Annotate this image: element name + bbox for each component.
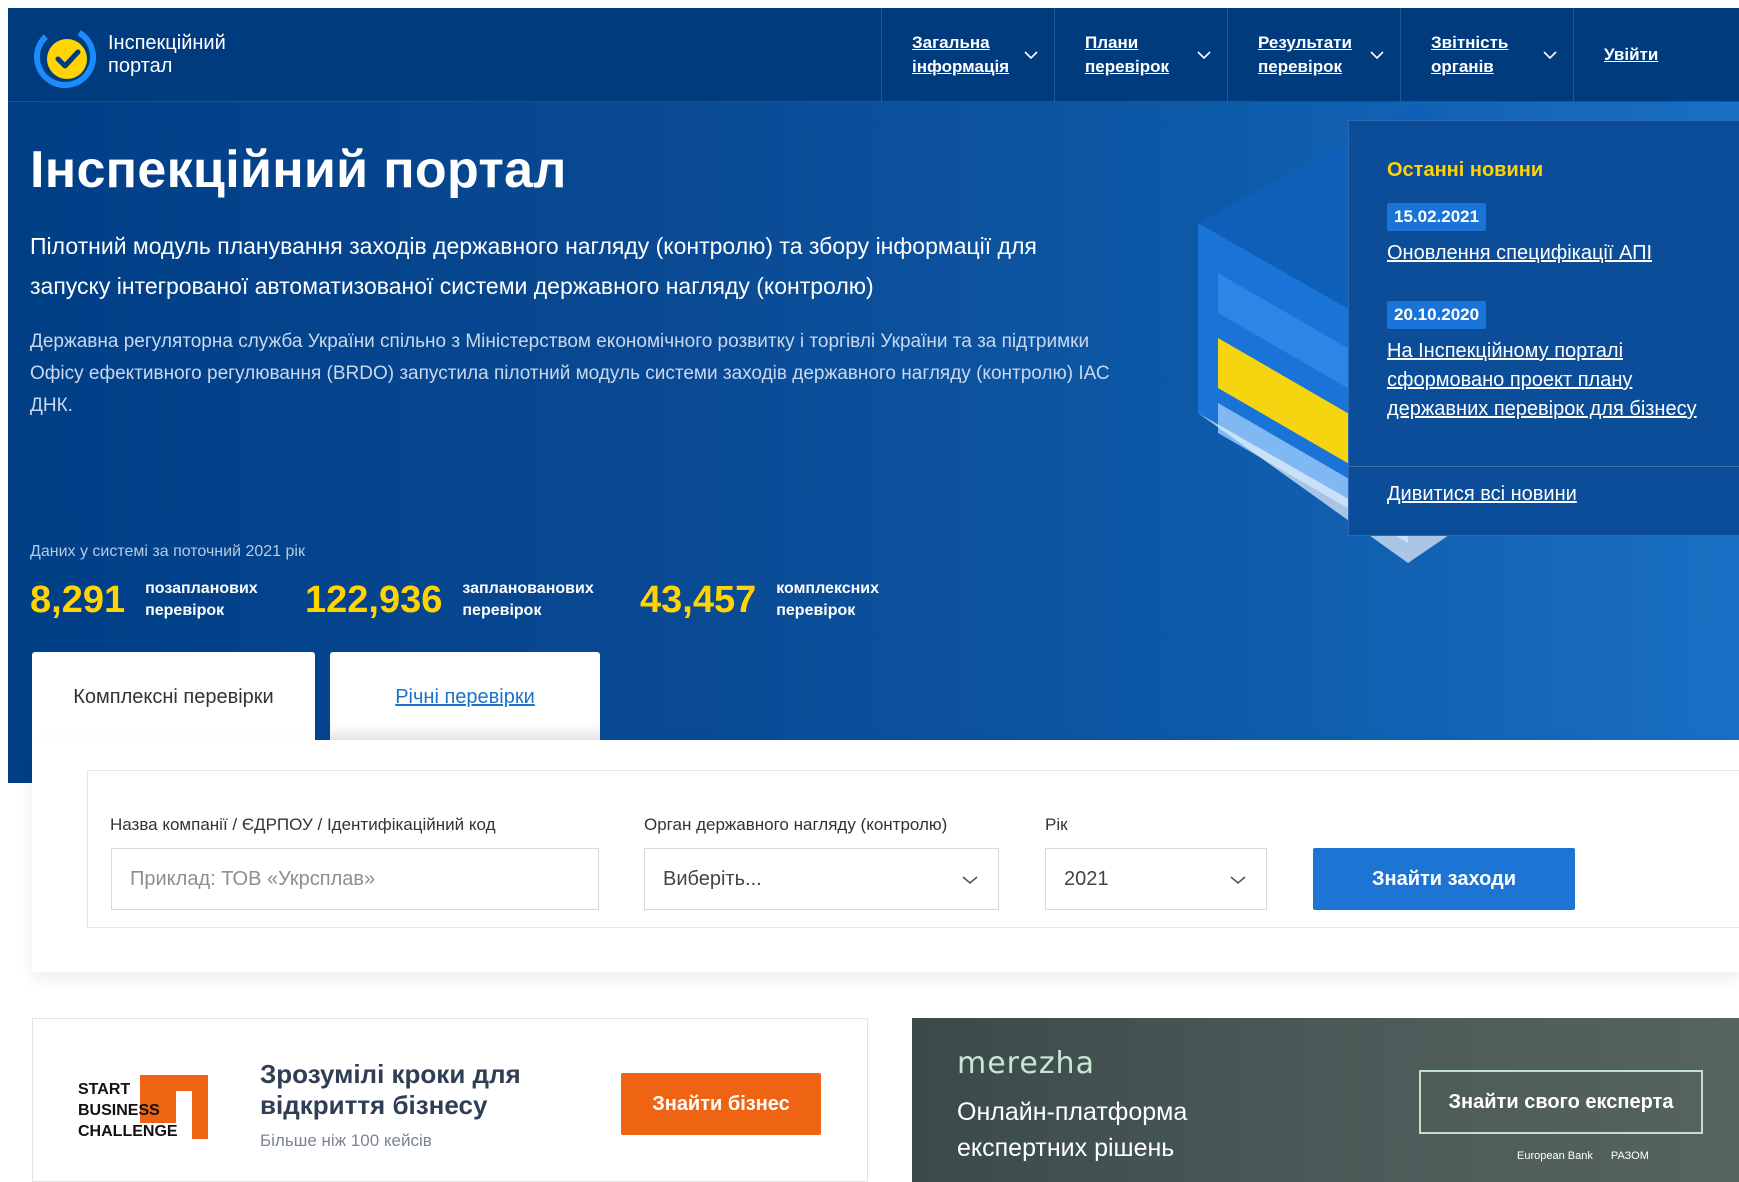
nav-general-info[interactable]: Загальна інформація: [881, 8, 1054, 102]
portal-logo-icon[interactable]: [30, 22, 100, 92]
find-business-button[interactable]: Знайти бізнес: [621, 1073, 821, 1135]
nav-inspection-results[interactable]: Результати перевірок: [1227, 8, 1400, 102]
nav-inspection-plans[interactable]: Плани перевірок: [1054, 8, 1227, 102]
organ-select-value: Виберіть...: [663, 867, 762, 890]
chevron-down-icon: [1024, 51, 1038, 60]
stat-value: 8,291: [30, 578, 126, 621]
stat-caption-line-1: запланованових: [462, 580, 594, 597]
stats-label: Даних у системі за поточний 2021 рік: [30, 543, 305, 560]
nav-label: Плани перевірок: [1085, 33, 1170, 76]
sbc-logo-line-1: START: [78, 1081, 131, 1098]
news-link[interactable]: Оновлення специфікації АПІ: [1387, 239, 1727, 268]
organ-field-label: Орган державного нагляду (контролю): [644, 815, 948, 834]
tab-complex-inspections[interactable]: Комплексні перевірки: [32, 652, 315, 742]
portal-logo-text[interactable]: Інспекційний портал: [108, 32, 226, 78]
year-select-value: 2021: [1064, 867, 1109, 890]
chevron-down-icon: [1230, 876, 1246, 885]
page-title: Інспекційний портал: [30, 141, 567, 199]
merezha-banner-text: Онлайн-платформа експертних рішень: [957, 1098, 1188, 1162]
hero-description: Державна регуляторна служба України спіл…: [30, 331, 1110, 416]
news-link[interactable]: На Інспекційному порталі сформовано прое…: [1387, 337, 1727, 424]
stat-complex: 43,457 комплексних перевірок: [640, 578, 879, 622]
logo-line-1: Інспекційний: [108, 32, 226, 54]
sbc-logo-line-3: CHALLENGE: [78, 1123, 178, 1140]
nav-agency-reports[interactable]: Звітність органів: [1400, 8, 1573, 102]
nav-label: Загальна інформація: [912, 33, 1010, 76]
start-business-banner: START BUSINESS CHALLENGE Зрозумілі кроки…: [32, 1018, 868, 1182]
find-expert-button[interactable]: Знайти свого експерта: [1419, 1070, 1703, 1134]
hero-lead: Пілотний модуль планування заходів держа…: [30, 233, 1037, 299]
merezha-logo: merezha: [957, 1046, 1095, 1081]
find-measures-button[interactable]: Знайти заходи: [1313, 848, 1575, 910]
company-field-label: Назва компанії / ЄДРПОУ / Ідентифікаційн…: [110, 815, 496, 834]
nav-label: Результати перевірок: [1258, 33, 1352, 76]
stat-caption-line-2: перевірок: [145, 602, 225, 619]
chevron-down-icon: [1197, 51, 1211, 60]
site-header: Інспекційний портал Загальна інформація …: [8, 8, 1739, 102]
business-banner-title: Зрозумілі кроки для відкриття бізнесу: [260, 1059, 521, 1120]
year-select[interactable]: 2021: [1045, 848, 1267, 910]
stat-scheduled: 122,936 запланованових перевірок: [305, 578, 594, 622]
news-date-badge: 15.02.2021: [1387, 203, 1487, 231]
stat-caption: запланованових перевірок: [462, 578, 593, 622]
main-nav: Загальна інформація Плани перевірок Резу…: [881, 8, 1738, 102]
stat-value: 122,936: [305, 578, 443, 621]
merezha-banner: merezha Онлайн-платформа експертних ріше…: [912, 1018, 1739, 1182]
logo-line-2: портал: [108, 55, 173, 77]
company-search-input[interactable]: [111, 848, 599, 910]
stat-caption-line-2: перевірок: [776, 602, 856, 619]
chevron-down-icon: [1543, 51, 1557, 60]
all-news-link[interactable]: Дивитися всі новини: [1387, 483, 1577, 506]
razom-logo: РАЗОМ: [1610, 1150, 1649, 1162]
year-field-label: Рік: [1045, 815, 1068, 834]
sbc-logo-line-2: BUSINESS: [78, 1102, 160, 1119]
sbc-logo-text: START BUSINESS CHALLENGE: [78, 1079, 178, 1142]
tab-annual-inspections[interactable]: Річні перевірки: [330, 652, 600, 742]
business-banner-subtitle: Більше ніж 100 кейсів: [260, 1131, 432, 1150]
organ-select[interactable]: Виберіть...: [644, 848, 999, 910]
chevron-down-icon: [1370, 51, 1384, 60]
news-divider: [1349, 466, 1739, 467]
stat-caption-line-1: позапланових: [145, 580, 258, 597]
news-card: Останні новини 15.02.2021 Оновлення спец…: [1348, 120, 1739, 536]
stat-caption-line-2: перевірок: [462, 602, 542, 619]
ebrd-logo: European Bank: [1517, 1150, 1593, 1162]
stat-caption: комплексних перевірок: [776, 578, 879, 622]
stat-value: 43,457: [640, 578, 757, 621]
login-link[interactable]: Увійти: [1573, 8, 1738, 102]
stat-caption-line-1: комплексних: [776, 580, 880, 597]
news-title: Останні новини: [1387, 159, 1544, 181]
nav-label: Звітність органів: [1431, 33, 1509, 76]
stat-unscheduled: 8,291 позапланових перевірок: [30, 578, 258, 622]
chevron-down-icon: [962, 876, 978, 885]
stat-caption: позапланових перевірок: [145, 578, 258, 622]
partner-logos: European Bank РАЗОМ: [1517, 1150, 1649, 1162]
news-date-badge: 20.10.2020: [1387, 301, 1487, 329]
